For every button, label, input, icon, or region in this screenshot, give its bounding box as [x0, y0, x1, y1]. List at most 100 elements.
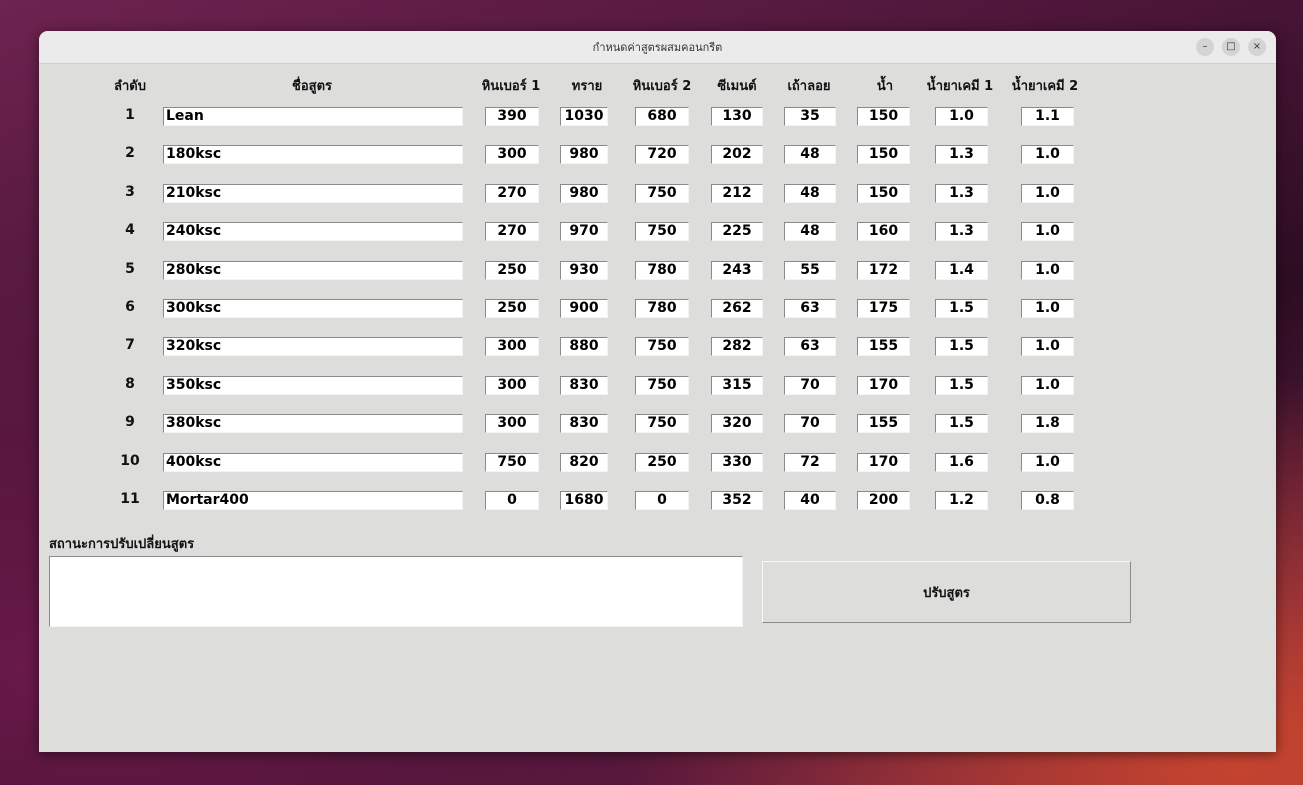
formula-name-field[interactable]: 180ksc: [163, 145, 463, 164]
admixture-1-field[interactable]: 1.0: [935, 107, 988, 126]
stone-2-field[interactable]: 780: [635, 261, 689, 280]
formula-name-field[interactable]: 400ksc: [163, 453, 463, 472]
admixture-1-field[interactable]: 1.4: [935, 261, 988, 280]
water-field[interactable]: 150: [857, 145, 910, 164]
admixture-2-field[interactable]: 1.0: [1021, 261, 1074, 280]
formula-name-field[interactable]: 280ksc: [163, 261, 463, 280]
admixture-1-field[interactable]: 1.6: [935, 453, 988, 472]
water-field[interactable]: 150: [857, 184, 910, 203]
admixture-1-field[interactable]: 1.5: [935, 337, 988, 356]
admixture-2-field[interactable]: 1.8: [1021, 414, 1074, 433]
cement-field[interactable]: 243: [711, 261, 763, 280]
fly-ash-field[interactable]: 48: [784, 222, 836, 241]
formula-name-field[interactable]: Lean: [163, 107, 463, 126]
cement-field[interactable]: 282: [711, 337, 763, 356]
formula-name-field[interactable]: 380ksc: [163, 414, 463, 433]
close-button[interactable]: ×: [1248, 38, 1266, 56]
stone-2-field[interactable]: 750: [635, 337, 689, 356]
sand-field[interactable]: 830: [560, 376, 608, 395]
sand-field[interactable]: 900: [560, 299, 608, 318]
stone-1-field[interactable]: 300: [485, 414, 539, 433]
fly-ash-field[interactable]: 35: [784, 107, 836, 126]
formula-name-field[interactable]: 300ksc: [163, 299, 463, 318]
fly-ash-field[interactable]: 55: [784, 261, 836, 280]
sand-field[interactable]: 830: [560, 414, 608, 433]
stone-2-field[interactable]: 750: [635, 222, 689, 241]
cement-field[interactable]: 130: [711, 107, 763, 126]
water-field[interactable]: 155: [857, 337, 910, 356]
sand-field[interactable]: 980: [560, 145, 608, 164]
sand-field[interactable]: 1680: [560, 491, 608, 510]
water-field[interactable]: 172: [857, 261, 910, 280]
admixture-1-field[interactable]: 1.3: [935, 145, 988, 164]
admixture-2-field[interactable]: 0.8: [1021, 491, 1074, 510]
stone-1-field[interactable]: 0: [485, 491, 539, 510]
minimize-button[interactable]: –: [1196, 38, 1214, 56]
sand-field[interactable]: 970: [560, 222, 608, 241]
fly-ash-field[interactable]: 63: [784, 337, 836, 356]
title-bar[interactable]: กำหนดค่าสูตรผสมคอนกรีต – □ ×: [39, 31, 1276, 64]
sand-field[interactable]: 980: [560, 184, 608, 203]
stone-1-field[interactable]: 270: [485, 184, 539, 203]
stone-1-field[interactable]: 390: [485, 107, 539, 126]
stone-2-field[interactable]: 750: [635, 184, 689, 203]
water-field[interactable]: 170: [857, 453, 910, 472]
stone-2-field[interactable]: 780: [635, 299, 689, 318]
fly-ash-field[interactable]: 48: [784, 145, 836, 164]
stone-1-field[interactable]: 250: [485, 299, 539, 318]
fly-ash-field[interactable]: 40: [784, 491, 836, 510]
admixture-2-field[interactable]: 1.0: [1021, 337, 1074, 356]
cement-field[interactable]: 225: [711, 222, 763, 241]
cement-field[interactable]: 352: [711, 491, 763, 510]
stone-1-field[interactable]: 300: [485, 376, 539, 395]
cement-field[interactable]: 212: [711, 184, 763, 203]
stone-2-field[interactable]: 750: [635, 414, 689, 433]
stone-2-field[interactable]: 0: [635, 491, 689, 510]
admixture-1-field[interactable]: 1.5: [935, 414, 988, 433]
admixture-2-field[interactable]: 1.0: [1021, 222, 1074, 241]
status-textbox[interactable]: [49, 556, 743, 627]
sand-field[interactable]: 930: [560, 261, 608, 280]
stone-1-field[interactable]: 300: [485, 337, 539, 356]
stone-2-field[interactable]: 250: [635, 453, 689, 472]
water-field[interactable]: 175: [857, 299, 910, 318]
stone-2-field[interactable]: 720: [635, 145, 689, 164]
stone-2-field[interactable]: 750: [635, 376, 689, 395]
water-field[interactable]: 170: [857, 376, 910, 395]
adjust-formula-button[interactable]: ปรับสูตร: [762, 561, 1131, 623]
maximize-button[interactable]: □: [1222, 38, 1240, 56]
cement-field[interactable]: 330: [711, 453, 763, 472]
formula-name-field[interactable]: 320ksc: [163, 337, 463, 356]
fly-ash-field[interactable]: 63: [784, 299, 836, 318]
cement-field[interactable]: 262: [711, 299, 763, 318]
admixture-1-field[interactable]: 1.3: [935, 184, 988, 203]
sand-field[interactable]: 820: [560, 453, 608, 472]
fly-ash-field[interactable]: 72: [784, 453, 836, 472]
water-field[interactable]: 200: [857, 491, 910, 510]
admixture-1-field[interactable]: 1.5: [935, 376, 988, 395]
stone-1-field[interactable]: 750: [485, 453, 539, 472]
water-field[interactable]: 160: [857, 222, 910, 241]
cement-field[interactable]: 320: [711, 414, 763, 433]
stone-1-field[interactable]: 270: [485, 222, 539, 241]
cement-field[interactable]: 202: [711, 145, 763, 164]
admixture-1-field[interactable]: 1.5: [935, 299, 988, 318]
admixture-2-field[interactable]: 1.0: [1021, 376, 1074, 395]
formula-name-field[interactable]: 210ksc: [163, 184, 463, 203]
cement-field[interactable]: 315: [711, 376, 763, 395]
formula-name-field[interactable]: 350ksc: [163, 376, 463, 395]
admixture-1-field[interactable]: 1.2: [935, 491, 988, 510]
fly-ash-field[interactable]: 48: [784, 184, 836, 203]
stone-2-field[interactable]: 680: [635, 107, 689, 126]
admixture-2-field[interactable]: 1.0: [1021, 184, 1074, 203]
admixture-2-field[interactable]: 1.0: [1021, 453, 1074, 472]
sand-field[interactable]: 1030: [560, 107, 608, 126]
formula-name-field[interactable]: 240ksc: [163, 222, 463, 241]
stone-1-field[interactable]: 250: [485, 261, 539, 280]
sand-field[interactable]: 880: [560, 337, 608, 356]
formula-name-field[interactable]: Mortar400: [163, 491, 463, 510]
admixture-2-field[interactable]: 1.1: [1021, 107, 1074, 126]
fly-ash-field[interactable]: 70: [784, 414, 836, 433]
admixture-2-field[interactable]: 1.0: [1021, 145, 1074, 164]
stone-1-field[interactable]: 300: [485, 145, 539, 164]
